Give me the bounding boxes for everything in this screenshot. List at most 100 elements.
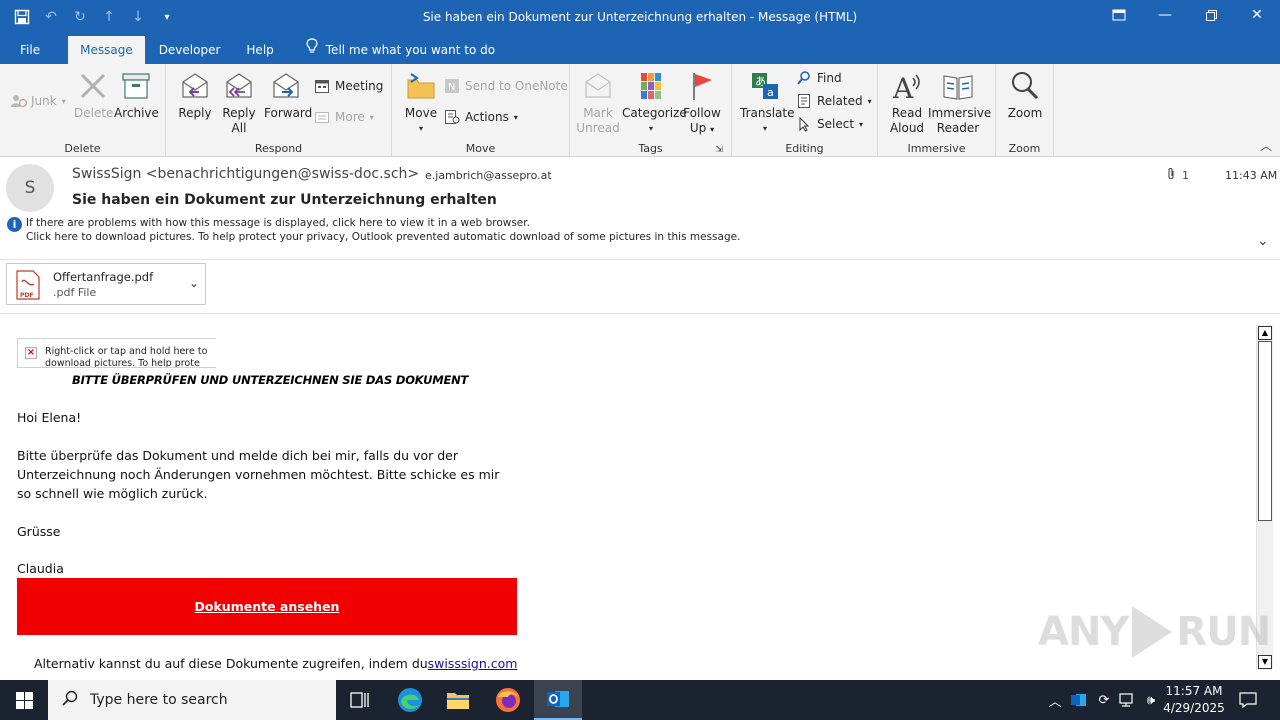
related-button[interactable]: Related ▾ <box>796 91 872 111</box>
tab-developer[interactable]: Developer <box>147 36 233 64</box>
taskbar-firefox[interactable] <box>484 680 532 720</box>
taskbar-clock[interactable]: 11:57 AM 4/29/2025 <box>1160 683 1228 717</box>
view-documents-link[interactable]: Dokumente ansehen <box>195 599 340 614</box>
edge-icon <box>398 688 422 712</box>
firefox-icon <box>496 688 520 712</box>
notifications-icon[interactable] <box>1234 680 1262 720</box>
tab-help[interactable]: Help <box>234 36 285 64</box>
meeting-button[interactable]: Meeting <box>314 76 383 96</box>
editing-group: あa Translate ▾ Find Related ▾ Select ▾ E… <box>732 64 878 157</box>
translate-icon: あa <box>752 73 778 99</box>
svg-text:A: A <box>892 72 914 102</box>
tab-message[interactable]: Message <box>68 36 145 64</box>
ribbon-display-options-icon[interactable] <box>1096 0 1142 30</box>
minimize-icon[interactable]: — <box>1142 0 1188 30</box>
read-aloud-icon: A <box>892 72 920 102</box>
more-icon <box>314 109 330 125</box>
tags-dialog-launcher-icon[interactable]: ⇲ <box>715 145 723 155</box>
view-documents-button[interactable]: Dokumente ansehen <box>17 578 517 635</box>
clock-date: 4/29/2025 <box>1163 701 1225 715</box>
collapse-ribbon-icon[interactable]: ︿ <box>1260 137 1272 154</box>
window-title: Sie haben ein Dokument zur Unterzeichnun… <box>422 10 858 24</box>
tags-group-label: Tags <box>638 142 663 155</box>
signature: Claudia <box>17 561 64 576</box>
task-view-button[interactable] <box>336 680 384 720</box>
scroll-thumb[interactable] <box>1258 341 1272 521</box>
search-placeholder: Type here to search <box>90 692 228 708</box>
received-time: 11:43 AM <box>1225 169 1278 182</box>
volume-icon[interactable]: 🕪 <box>1140 680 1162 720</box>
chevron-down-icon[interactable]: ⌄ <box>1257 233 1269 249</box>
find-button[interactable]: Find <box>796 68 842 88</box>
start-button[interactable] <box>0 680 48 720</box>
attachment-count: 1 <box>1166 167 1189 184</box>
ribbon-tabs: File Message Developer Help Tell me what… <box>0 34 1280 64</box>
attachment-type: .pdf File <box>53 286 97 299</box>
more-respond-button[interactable]: More ▾ <box>314 107 374 127</box>
move-button[interactable]: Move ▾ <box>402 70 440 136</box>
save-icon[interactable] <box>12 7 32 27</box>
view-in-browser-notice[interactable]: If there are problems with how this mess… <box>26 217 530 229</box>
taskbar-outlook[interactable] <box>534 680 582 720</box>
scroll-up-icon[interactable]: ▲ <box>1258 326 1272 340</box>
magnifier-icon <box>1012 72 1039 100</box>
alternative-access-line: Alternativ kannst du auf diese Dokumente… <box>34 656 518 671</box>
immersive-reader-button[interactable]: Immersive Reader <box>928 70 991 136</box>
send-to-onenote-button[interactable]: N Send to OneNote <box>444 76 568 96</box>
reply-button[interactable]: Reply <box>176 70 214 121</box>
tags-group: Mark Unread Categorize ▾ Follow Up ▾ Tag… <box>570 64 732 157</box>
follow-up-button[interactable]: Follow Up ▾ <box>682 70 722 137</box>
tab-file[interactable]: File <box>8 36 52 64</box>
read-aloud-button[interactable]: A Read Aloud <box>886 70 928 136</box>
previous-item-icon[interactable]: ↑ <box>99 7 119 27</box>
lightbulb-icon <box>306 36 318 64</box>
delete-group-label: Delete <box>64 142 101 155</box>
show-hidden-icons[interactable]: ︿ <box>1046 680 1064 720</box>
maximize-icon[interactable] <box>1188 0 1234 30</box>
tray-outlook-icon[interactable] <box>1068 680 1090 720</box>
categorize-button[interactable]: Categorize ▾ <box>622 70 687 136</box>
zoom-group: Zoom Zoom <box>996 64 1054 157</box>
pdf-icon-label: PDF <box>20 292 34 299</box>
junk-button[interactable]: Junk ▾ <box>10 91 66 111</box>
sender[interactable]: SwissSign <benachrichtigungen@swiss-doc.… <box>72 166 419 182</box>
network-icon[interactable] <box>1116 680 1138 720</box>
recipient[interactable]: e.jambrich@assepro.at <box>425 169 552 182</box>
next-item-icon[interactable]: ↓ <box>128 7 148 27</box>
tell-me-label: Tell me what you want to do <box>325 43 496 57</box>
mark-unread-button[interactable]: Mark Unread <box>576 70 620 136</box>
archive-button[interactable]: Archive <box>114 70 159 121</box>
taskbar-search[interactable]: Type here to search <box>48 680 336 720</box>
undo-icon[interactable]: ↶ <box>41 7 61 27</box>
translate-button[interactable]: あa Translate ▾ <box>740 70 795 136</box>
info-icon: i <box>7 217 22 232</box>
delete-button[interactable]: Delete <box>74 70 113 121</box>
closing: Grüsse <box>17 524 61 539</box>
title-bar: Sie haben ein Dokument zur Unterzeichnun… <box>0 0 1280 34</box>
taskbar-edge[interactable] <box>386 680 434 720</box>
select-button[interactable]: Select ▾ <box>796 114 863 134</box>
tell-me-box[interactable]: Tell me what you want to do <box>294 36 507 64</box>
download-pictures-notice[interactable]: Click here to download pictures. To help… <box>26 231 740 243</box>
junk-icon <box>10 93 28 109</box>
swisssign-link[interactable]: swisssign.com <box>428 656 518 671</box>
svg-text:N: N <box>448 82 455 93</box>
reply-all-button[interactable]: Reply All <box>220 70 258 136</box>
taskbar-file-explorer[interactable] <box>434 680 482 720</box>
blocked-image-placeholder[interactable]: × Right-click or tap and hold here to do… <box>17 338 216 368</box>
tray-sync-icon[interactable]: ⟳ <box>1094 680 1114 720</box>
attachment-card[interactable]: PDF Offertanfrage.pdf .pdf File ⌄ <box>6 263 206 305</box>
reply-all-icon <box>226 73 252 98</box>
delete-group: Junk ▾ Delete Archive Delete <box>0 64 166 157</box>
attachment-menu-chevron-icon[interactable]: ⌄ <box>189 276 199 290</box>
actions-button[interactable]: Actions ▾ <box>444 107 518 127</box>
ribbon: Junk ▾ Delete Archive Delete Reply Reply… <box>0 64 1280 157</box>
close-icon[interactable]: ✕ <box>1234 0 1280 30</box>
editing-group-label: Editing <box>785 142 824 155</box>
cursor-icon <box>796 116 812 132</box>
search-icon <box>62 690 78 710</box>
customize-toolbar-icon[interactable]: ▾ <box>157 7 177 27</box>
redo-icon[interactable]: ↻ <box>70 7 90 27</box>
zoom-button[interactable]: Zoom <box>1004 70 1046 121</box>
forward-button[interactable]: Forward <box>264 70 312 121</box>
